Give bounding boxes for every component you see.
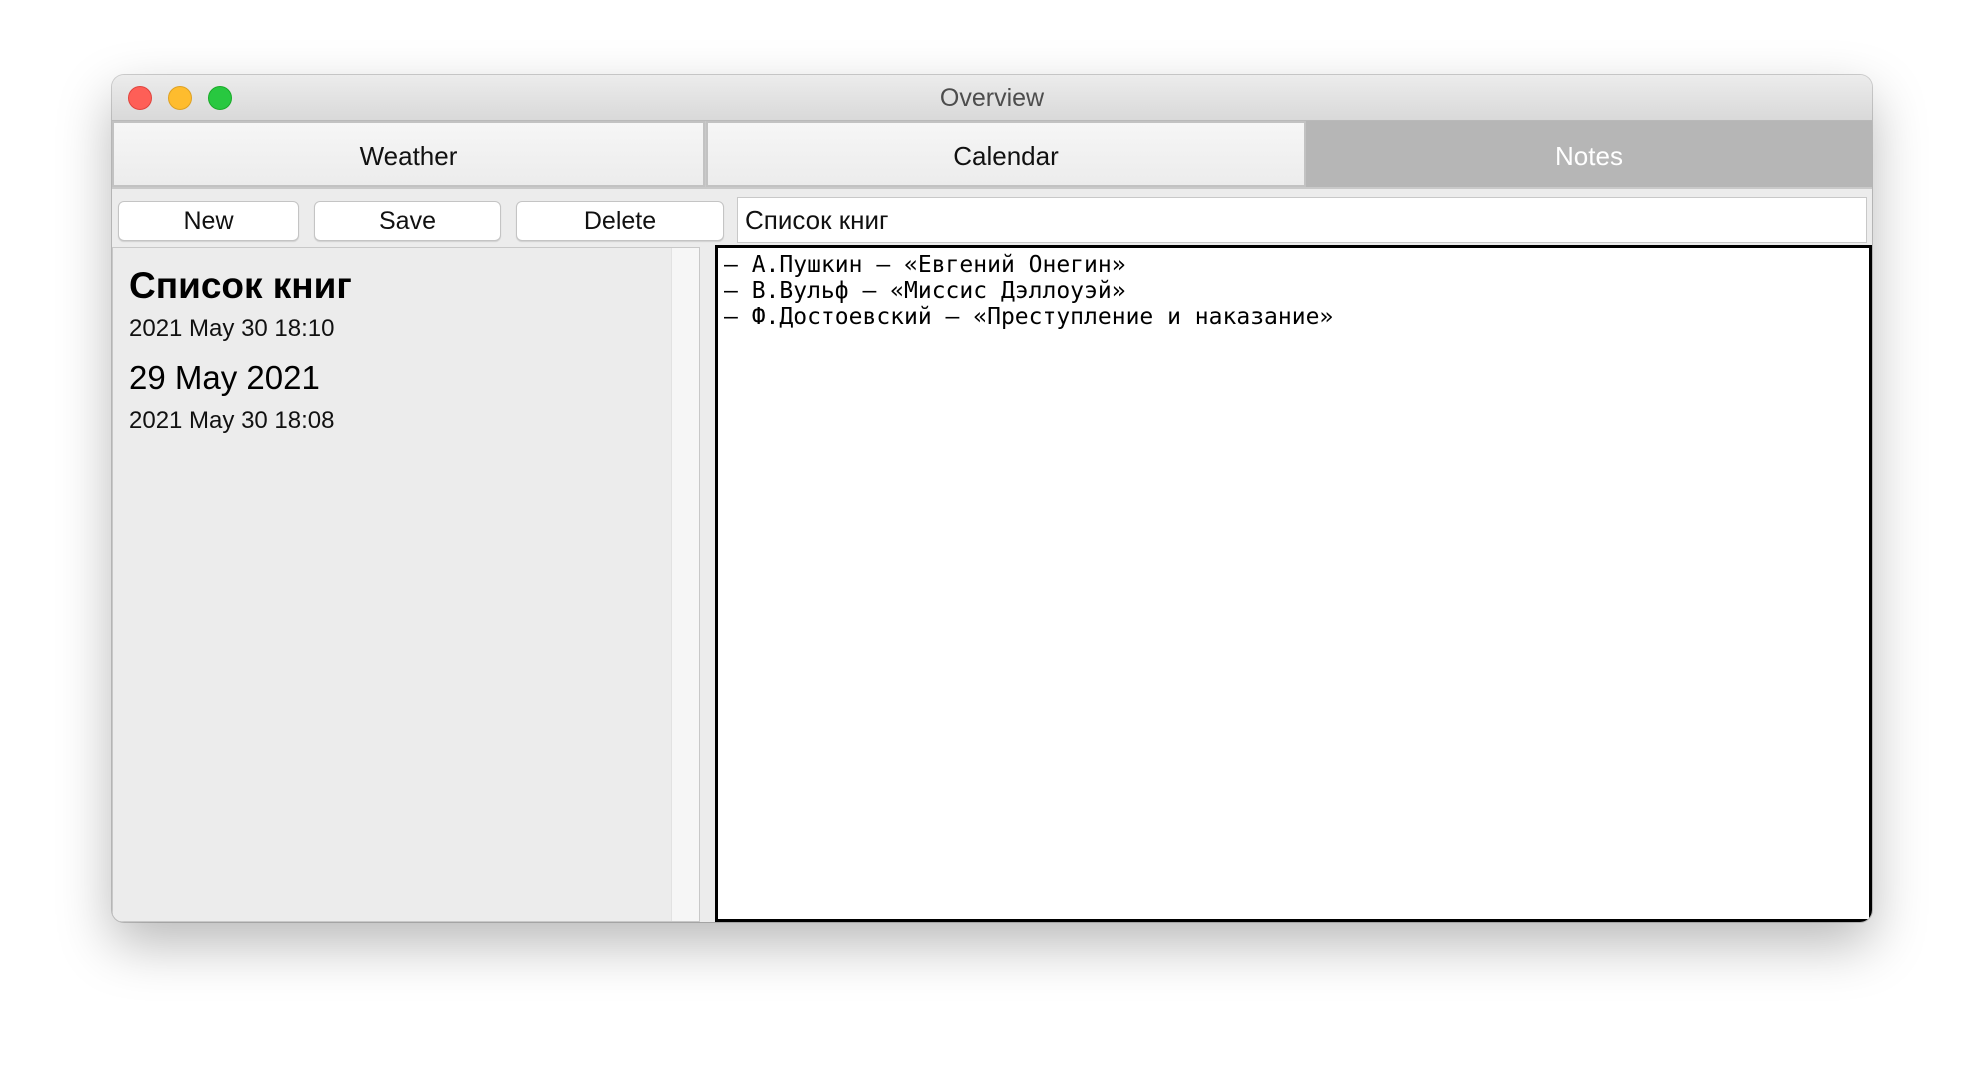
minimize-window-button[interactable] <box>168 86 192 110</box>
app-window: Overview Weather Calendar Notes New Save… <box>112 75 1872 922</box>
close-window-button[interactable] <box>128 86 152 110</box>
note-item-title: 29 May 2021 <box>129 359 320 396</box>
tab-weather[interactable]: Weather <box>112 121 705 187</box>
tab-calendar[interactable]: Calendar <box>706 121 1306 187</box>
save-note-button[interactable]: Save <box>314 201 501 241</box>
window-title: Overview <box>939 84 1045 112</box>
tab-bar: Weather Calendar Notes <box>112 121 1872 189</box>
notes-list-scrollbar[interactable] <box>671 248 699 921</box>
zoom-window-button[interactable] <box>208 86 232 110</box>
note-item-date: 2021 May 30 18:08 <box>129 407 335 434</box>
notes-list[interactable]: Список книг 2021 May 30 18:10 29 May 202… <box>112 247 700 922</box>
tab-notes[interactable]: Notes <box>1306 121 1872 187</box>
delete-note-button[interactable]: Delete <box>516 201 724 241</box>
note-title-input[interactable] <box>737 197 1867 243</box>
note-body-line: – А.Пушкин – «Евгений Онегин» <box>724 252 1126 278</box>
note-item-title: Список книг <box>129 265 352 306</box>
note-item-date: 2021 May 30 18:10 <box>129 315 335 342</box>
new-note-button[interactable]: New <box>118 201 299 241</box>
note-body-line: – Ф.Достоевский – «Преступление и наказа… <box>724 304 1334 330</box>
title-bar[interactable]: Overview <box>112 75 1872 121</box>
pane-splitter[interactable] <box>700 247 714 922</box>
note-body-line: – В.Вульф – «Миссис Дэллоуэй» <box>724 278 1126 304</box>
note-body-editor[interactable]: – А.Пушкин – «Евгений Онегин» – В.Вульф … <box>715 245 1872 922</box>
note-list-item[interactable]: Список книг 2021 May 30 18:10 <box>129 264 352 344</box>
note-list-item[interactable]: 29 May 2021 2021 May 30 18:08 <box>129 356 335 436</box>
notes-toolbar: New Save Delete <box>112 189 1872 245</box>
